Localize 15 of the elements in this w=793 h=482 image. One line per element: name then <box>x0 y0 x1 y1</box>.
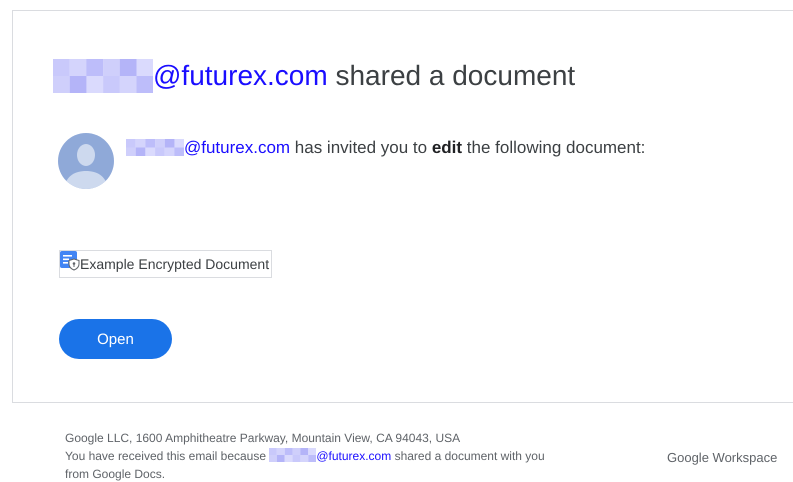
notice-text: from Google Docs. <box>65 466 166 482</box>
open-button[interactable]: Open <box>59 319 172 359</box>
sender-link[interactable]: @futurex.com <box>153 60 328 91</box>
sender-link[interactable]: @futurex.com <box>184 138 290 157</box>
notice-text: You have received this email because <box>65 449 268 463</box>
sender-link[interactable]: @futurex.com <box>316 449 392 463</box>
address-text: Google LLC, 1600 Amphitheatre Parkway, Mountain View, CA 94043, USA <box>65 430 462 447</box>
brand-logo: Google Workspace <box>667 450 778 464</box>
invite-sentence: @futurex.com has invited you to edit the following document: <box>184 138 646 158</box>
redaction-block <box>126 139 184 156</box>
notice-text: @futurex.com shared a document with you <box>316 449 545 463</box>
document-lock-icon <box>60 251 80 271</box>
redaction-block <box>269 448 316 462</box>
email-heading: @futurex.com shared a document <box>153 60 576 92</box>
document-link[interactable]: Example Encrypted Document <box>59 250 272 278</box>
